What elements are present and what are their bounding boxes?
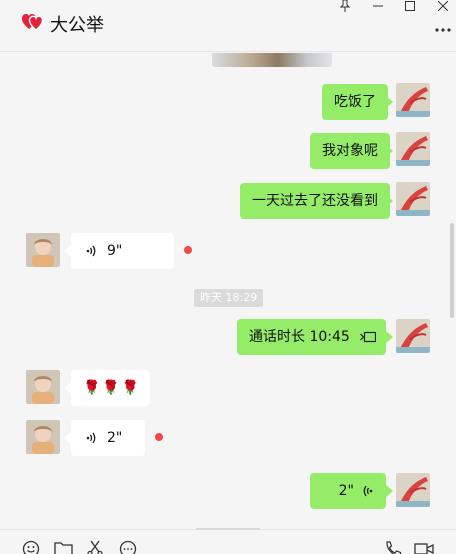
- bubble-tail: [64, 432, 71, 444]
- scissors-icon[interactable]: [86, 540, 106, 554]
- voice-message-received[interactable]: 2": [71, 420, 145, 456]
- bubble-tail: [64, 245, 71, 257]
- bubble-tail: [386, 96, 393, 108]
- unread-dot: [155, 433, 163, 441]
- chat-header: 大公举: [0, 0, 456, 52]
- folder-icon[interactable]: [54, 540, 74, 554]
- pin-icon[interactable]: [334, 0, 356, 12]
- more-dots-icon[interactable]: [434, 26, 452, 34]
- message-bubble-sent[interactable]: 一天过去了还没看到: [240, 183, 390, 219]
- voice-duration: 2": [107, 430, 123, 446]
- chat-title: 大公举: [50, 15, 104, 36]
- close-icon[interactable]: [432, 0, 454, 12]
- bubble-tail: [64, 382, 71, 394]
- emoji-message-received[interactable]: 🌹🌹🌹: [71, 370, 150, 406]
- voice-duration: 9": [107, 243, 123, 259]
- chat-history-icon[interactable]: [118, 540, 138, 554]
- voice-wave-icon: [86, 432, 96, 444]
- video-call-icon[interactable]: [414, 540, 434, 554]
- maximize-icon[interactable]: [399, 0, 421, 12]
- message-text: 一天过去了还没看到: [252, 193, 378, 209]
- timestamp-divider: 昨天 18:29: [194, 289, 264, 307]
- my-avatar[interactable]: [396, 319, 430, 353]
- message-bubble-sent[interactable]: 吃饭了: [322, 84, 388, 120]
- unread-dot: [184, 246, 192, 254]
- voice-message-sent[interactable]: 2": [310, 473, 386, 509]
- voice-duration: 2": [338, 483, 354, 499]
- bubble-tail: [386, 485, 393, 497]
- double-heart-icon: [22, 14, 44, 31]
- my-avatar[interactable]: [396, 132, 430, 166]
- voice-call-icon: [360, 331, 376, 343]
- emoji-text: 🌹🌹🌹: [83, 380, 142, 396]
- contact-avatar[interactable]: [26, 370, 60, 404]
- call-record-bubble[interactable]: 通话时长 10:45: [237, 319, 386, 355]
- message-text: 吃饭了: [334, 94, 376, 110]
- bubble-tail: [386, 331, 393, 343]
- contact-avatar[interactable]: [26, 233, 60, 267]
- bubble-tail: [386, 145, 393, 157]
- image-message-thumbnail[interactable]: [212, 53, 332, 67]
- minimize-icon[interactable]: [367, 0, 389, 12]
- message-bubble-sent[interactable]: 我对象呢: [310, 133, 390, 169]
- contact-avatar[interactable]: [26, 420, 60, 454]
- my-avatar[interactable]: [396, 473, 430, 507]
- voice-wave-icon: [363, 485, 373, 497]
- my-avatar[interactable]: [396, 182, 430, 216]
- scrollbar-thumb[interactable]: [450, 223, 454, 318]
- voice-message-received[interactable]: 9": [71, 233, 174, 269]
- my-avatar[interactable]: [396, 83, 430, 117]
- voice-wave-icon: [86, 245, 96, 257]
- message-list[interactable]: 吃饭了 我对象呢 一天过去了还没看到 9" 昨天 18:29 通话时长 10:4…: [0, 53, 456, 529]
- message-text: 我对象呢: [322, 143, 378, 159]
- phone-icon[interactable]: [384, 540, 404, 554]
- bubble-tail: [386, 195, 393, 207]
- resize-divider[interactable]: [196, 528, 260, 530]
- call-duration-text: 通话时长 10:45: [249, 329, 350, 345]
- input-toolbar: [0, 528, 456, 554]
- emoji-icon[interactable]: [22, 540, 42, 554]
